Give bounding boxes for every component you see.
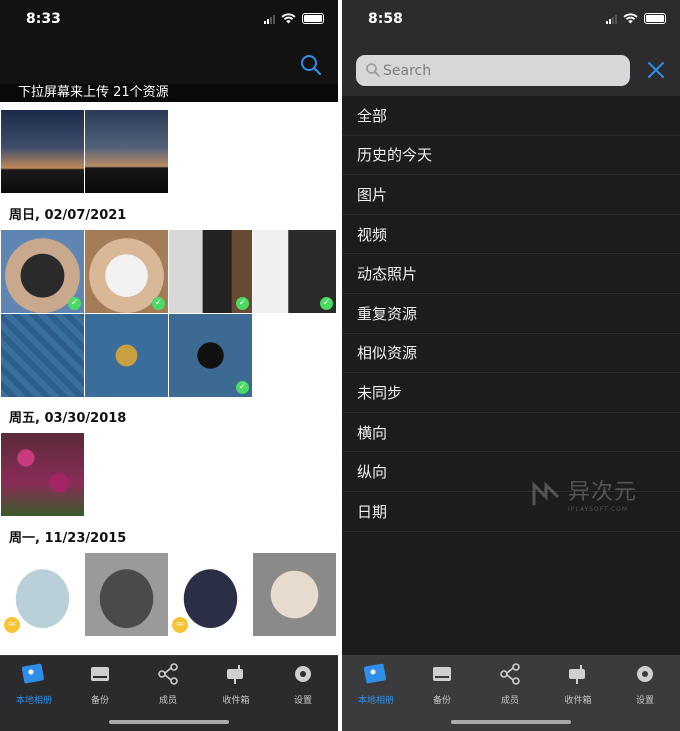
watermark-cn: 异次元 [568,480,638,505]
search-input[interactable] [383,55,623,86]
search-icon [366,63,380,77]
left-phone-screen: 8:33 下拉屏幕来上传 21个资源 周日, 02/07/2021 ✓ ✓ ✓ … [0,0,338,731]
tab-inbox[interactable]: 收件箱 [548,662,608,706]
status-time: 8:58 [368,11,403,27]
photo-thumbnail[interactable] [85,314,168,397]
photo-thumbnail[interactable] [1,433,84,516]
photo-grid-section-1 [1,110,168,193]
status-bar: 8:33 [0,0,338,40]
photo-thumbnail[interactable]: ≈ [1,553,84,636]
photo-thumbnail[interactable] [85,553,168,636]
photo-thumbnail[interactable]: ✓ [169,230,252,313]
synced-check-icon: ✓ [320,297,333,310]
status-time: 8:33 [26,11,61,27]
tab-label: 本地相册 [15,696,52,706]
tab-label: 设置 [293,696,312,706]
home-indicator [451,720,571,724]
synced-check-icon: ✓ [236,297,249,310]
tab-label: 成员 [158,696,177,706]
wifi-icon [281,13,296,24]
tab-backup[interactable]: 备份 [412,662,472,706]
tab-settings[interactable]: 设置 [615,662,675,706]
search-icon[interactable] [300,54,322,76]
tab-label: 收件箱 [222,696,250,706]
wifi-icon [623,13,638,24]
section-date-label: 周一, 11/23/2015 [9,531,127,546]
tab-members[interactable]: 成员 [480,662,540,706]
battery-icon [644,13,666,24]
tab-settings[interactable]: 设置 [273,662,333,706]
signal-icon [264,14,275,24]
pull-to-upload-banner: 下拉屏幕来上传 21个资源 [0,84,338,102]
photo-grid-section-2-row-2: ✓ [1,314,252,397]
section-date-label: 周五, 03/30/2018 [9,411,127,426]
tab-label: 本地相册 [357,696,394,706]
search-field[interactable] [356,55,630,86]
tab-label: 设置 [635,696,654,706]
photo-grid-section-4: ≈ ≈ [1,553,336,636]
photo-grid-section-2-row-1: ✓ ✓ ✓ ✓ [1,230,336,313]
menu-item-duplicates[interactable]: 重复资源 [342,294,680,334]
mailbox-icon [569,665,585,684]
menu-item-landscape[interactable]: 横向 [342,413,680,453]
tab-local-album[interactable]: 本地相册 [4,662,64,706]
synced-check-icon: ✓ [152,297,165,310]
tab-bar: 本地相册 备份 成员 收件箱 设置 [0,655,338,731]
menu-item-photos[interactable]: 图片 [342,175,680,215]
tab-members[interactable]: 成员 [138,662,198,706]
photo-thumbnail[interactable] [1,314,84,397]
tab-label: 收件箱 [564,696,592,706]
tab-backup[interactable]: 备份 [70,662,130,706]
gear-icon [637,666,653,682]
tab-local-album[interactable]: 本地相册 [346,662,406,706]
synced-check-icon: ✓ [236,381,249,394]
photo-thumbnail[interactable]: ✓ [1,230,84,313]
synced-check-icon: ✓ [68,297,81,310]
battery-icon [302,13,324,24]
share-icon [500,663,520,685]
menu-item-on-this-day[interactable]: 历史的今天 [342,136,680,176]
tab-bar: 本地相册 备份 成员 收件箱 设置 [342,655,680,731]
photo-album-icon [363,663,386,684]
photo-thumbnail[interactable] [253,553,336,636]
status-icons [264,13,324,24]
photo-thumbnail[interactable]: ✓ [85,230,168,313]
tab-label: 备份 [90,696,109,706]
menu-item-live-photos[interactable]: 动态照片 [342,254,680,294]
mailbox-icon [227,665,243,684]
watermark: 异次元 IPLAYSOFT.COM [532,474,637,513]
live-photo-badge-icon: ≈ [172,617,188,633]
photo-thumbnail[interactable] [85,110,168,193]
photo-thumbnail[interactable]: ✓ [253,230,336,313]
right-phone-screen: 8:58 全部 历史的今天 图片 视频 动态照片 重复资源 相似资源 未同步 横… [342,0,680,731]
home-indicator [109,720,229,724]
menu-item-unsynced[interactable]: 未同步 [342,373,680,413]
drive-icon [433,667,451,681]
signal-icon [606,14,617,24]
photo-album-icon [21,663,44,684]
menu-item-all[interactable]: 全部 [342,96,680,136]
status-bar: 8:58 [342,0,680,40]
close-icon[interactable] [646,60,666,80]
filter-menu: 全部 历史的今天 图片 视频 动态照片 重复资源 相似资源 未同步 横向 纵向 … [342,96,680,532]
tab-label: 成员 [500,696,519,706]
watermark-en: IPLAYSOFT.COM [568,506,628,513]
share-icon [158,663,178,685]
photo-grid-section-3 [1,433,84,516]
status-icons [606,13,666,24]
menu-item-videos[interactable]: 视频 [342,215,680,255]
live-photo-badge-icon: ≈ [4,617,20,633]
photo-thumbnail[interactable]: ✓ [169,314,252,397]
tab-label: 备份 [432,696,451,706]
photo-thumbnail[interactable] [1,110,84,193]
gear-icon [295,666,311,682]
section-date-label: 周日, 02/07/2021 [9,208,127,223]
tab-inbox[interactable]: 收件箱 [206,662,266,706]
drive-icon [91,667,109,681]
photo-thumbnail[interactable]: ≈ [169,553,252,636]
menu-item-similar[interactable]: 相似资源 [342,334,680,374]
watermark-logo-icon [532,480,560,505]
